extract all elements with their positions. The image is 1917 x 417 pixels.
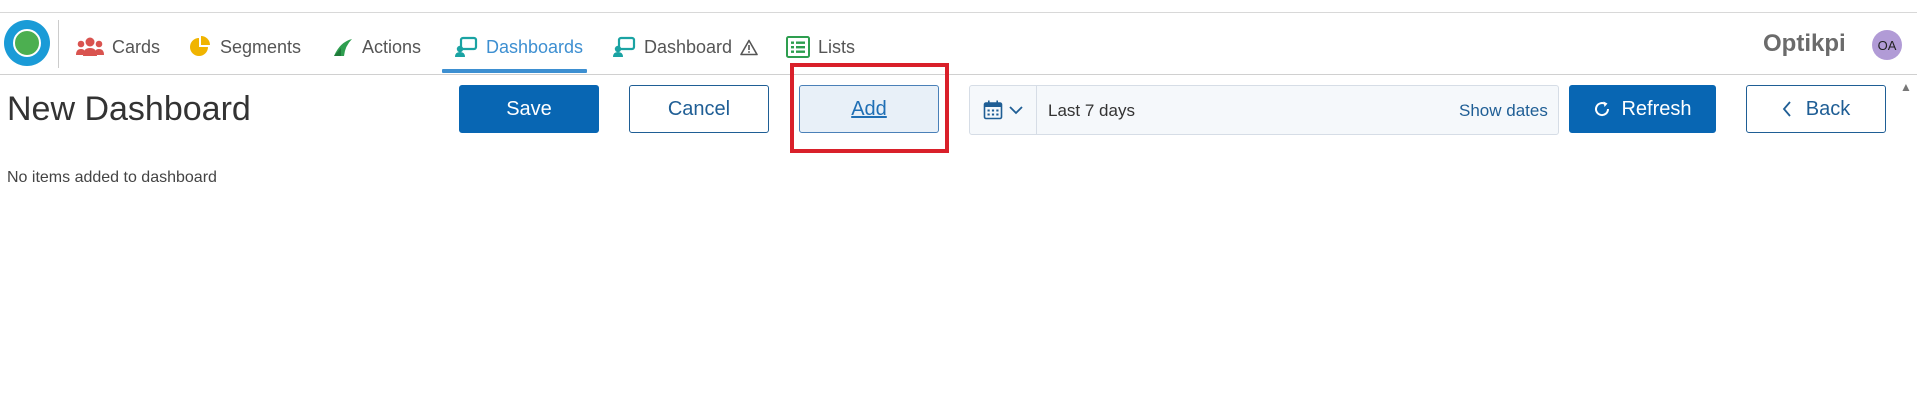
back-label: Back bbox=[1805, 97, 1851, 120]
chevron-left-icon bbox=[1782, 101, 1791, 117]
refresh-button[interactable]: Refresh bbox=[1569, 85, 1716, 133]
sail-icon bbox=[334, 39, 352, 56]
show-dates-link[interactable]: Show dates bbox=[1459, 101, 1548, 121]
calendar-icon bbox=[983, 100, 1003, 120]
active-tab-indicator bbox=[442, 69, 587, 73]
nav-item-label: Segments bbox=[220, 36, 302, 57]
dashboard-icon bbox=[613, 36, 636, 57]
chevron-down-icon bbox=[1009, 106, 1023, 115]
nav-item-segments[interactable]: Segments bbox=[188, 24, 301, 70]
nav-item-dashboards[interactable]: Dashboards bbox=[454, 24, 583, 70]
refresh-icon bbox=[1595, 101, 1610, 117]
empty-state-message: No items added to dashboard bbox=[7, 169, 217, 186]
refresh-label: Refresh bbox=[1621, 97, 1692, 120]
nav-item-actions[interactable]: Actions bbox=[332, 24, 421, 70]
logo-separator bbox=[58, 20, 59, 68]
nav-item-label: Dashboard bbox=[644, 36, 733, 57]
cancel-button[interactable]: Cancel bbox=[629, 85, 769, 133]
nav-item-cards[interactable]: Cards bbox=[76, 24, 160, 70]
dashboard-icon bbox=[455, 36, 478, 57]
users-icon bbox=[76, 37, 104, 56]
nav-item-label: Cards bbox=[112, 36, 161, 57]
date-range-value[interactable]: Last 7 days bbox=[1048, 101, 1135, 121]
nav-item-label: Dashboards bbox=[486, 36, 584, 57]
logo-inner-circle bbox=[13, 29, 41, 57]
save-button[interactable]: Save bbox=[459, 85, 599, 133]
scroll-up-arrow-icon[interactable]: ▲ bbox=[1900, 80, 1912, 94]
pie-chart-icon bbox=[190, 36, 210, 56]
nav-item-label: Actions bbox=[362, 36, 422, 57]
nav-item-dashboard-warning[interactable]: Dashboard bbox=[612, 24, 758, 70]
highlight-box bbox=[790, 63, 949, 153]
avatar[interactable]: OA bbox=[1872, 30, 1902, 60]
brand-name: Optikpi bbox=[1763, 30, 1846, 57]
app-logo[interactable] bbox=[4, 20, 50, 66]
list-icon bbox=[786, 36, 810, 58]
page-title: New Dashboard bbox=[7, 90, 251, 128]
warning-icon bbox=[740, 39, 758, 55]
nav-item-label: Lists bbox=[818, 36, 856, 57]
date-picker-toggle[interactable] bbox=[970, 86, 1037, 134]
back-button[interactable]: Back bbox=[1746, 85, 1886, 133]
